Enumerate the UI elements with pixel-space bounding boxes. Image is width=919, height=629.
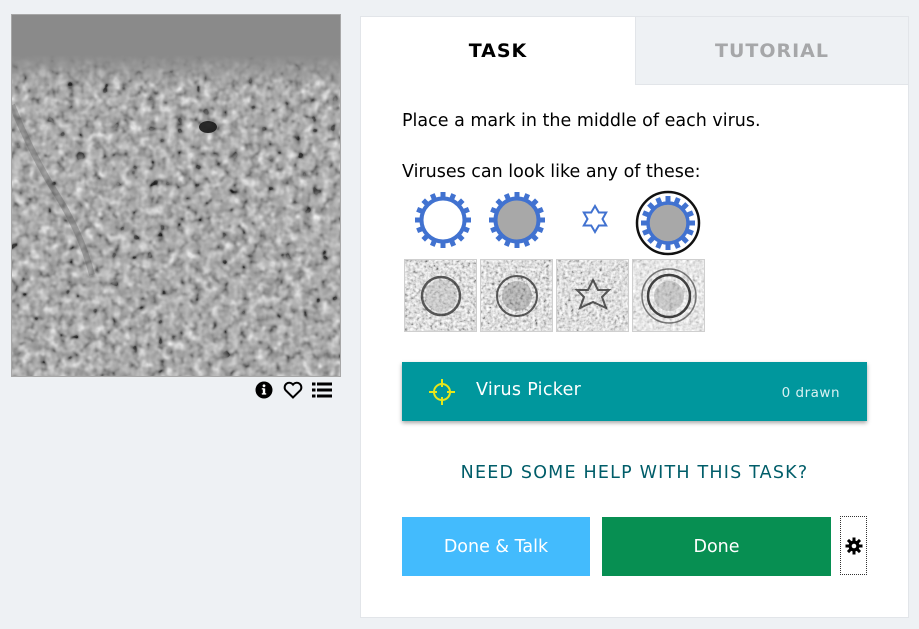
- virus-example-photo: [632, 259, 705, 332]
- virus-filled-icon: [489, 192, 545, 248]
- tab-tutorial[interactable]: TUTORIAL: [635, 17, 908, 85]
- virus-example-photo: [404, 259, 477, 332]
- info-icon[interactable]: [254, 380, 274, 400]
- task-tabs: TASK TUTORIAL: [361, 17, 908, 85]
- subject-metadata-toolbar: [254, 380, 332, 400]
- done-and-talk-button[interactable]: Done & Talk: [402, 517, 590, 576]
- task-instruction: Place a mark in the middle of each virus…: [402, 111, 761, 131]
- done-button[interactable]: Done: [602, 517, 831, 576]
- need-help-link[interactable]: NEED SOME HELP WITH THIS TASK?: [361, 463, 908, 483]
- settings-button[interactable]: [840, 516, 867, 575]
- virus-example-photo: [556, 259, 629, 332]
- virus-outline-icon: [415, 192, 471, 248]
- tool-drawn-count: 0 drawn: [781, 385, 840, 401]
- task-help-text: Viruses can look like any of these:: [402, 162, 701, 182]
- heart-icon[interactable]: [283, 380, 303, 400]
- task-panel: TASK TUTORIAL Place a mark in the middle…: [360, 16, 909, 618]
- crosshair-icon: [429, 379, 455, 405]
- virus-example-photo: [480, 259, 553, 332]
- virus-ringed-icon: [635, 190, 701, 256]
- list-icon[interactable]: [312, 380, 332, 400]
- tool-label: Virus Picker: [476, 380, 582, 400]
- tab-task[interactable]: TASK: [361, 17, 635, 85]
- subject-image[interactable]: [11, 14, 341, 377]
- subject-viewer: [11, 14, 341, 377]
- gear-icon: [845, 537, 862, 554]
- cryo-em-tomogram: [12, 15, 340, 376]
- virus-star-icon: [582, 204, 608, 234]
- virus-picker-tool[interactable]: Virus Picker 0 drawn: [402, 362, 867, 421]
